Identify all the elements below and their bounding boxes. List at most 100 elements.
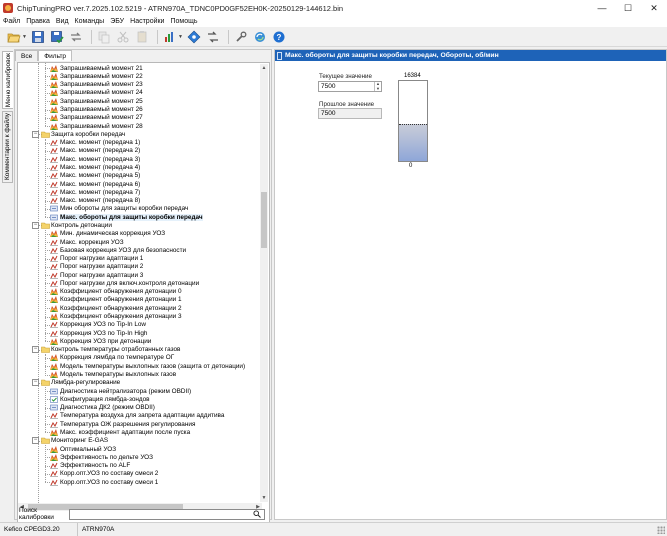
tree-item[interactable]: Запрашиваемый момент 25 bbox=[50, 97, 143, 105]
tree-item[interactable]: Порог нагрузки для включ.контроля детона… bbox=[50, 279, 199, 287]
convert-icon[interactable] bbox=[68, 29, 84, 45]
tab-calibrations-menu[interactable]: Меню калибровок bbox=[2, 51, 13, 109]
tree-item[interactable]: Коэффициент обнаружения детонации 1 bbox=[50, 296, 182, 304]
tree-item[interactable]: Запрашиваемый момент 23 bbox=[50, 81, 143, 89]
paste-icon[interactable] bbox=[134, 29, 150, 45]
search-icon[interactable] bbox=[253, 510, 261, 518]
tree-item-label: Макс. момент (передача 4) bbox=[60, 164, 141, 171]
tree-item[interactable]: Температура ОЖ разрешения регулирования bbox=[50, 420, 195, 428]
tree-item[interactable]: Эффективность по дельте УОЗ bbox=[50, 453, 153, 461]
tree-item[interactable]: Макс. момент (передача 6) bbox=[50, 180, 140, 188]
collapse-icon[interactable]: − bbox=[32, 130, 39, 138]
resize-grip[interactable] bbox=[657, 526, 665, 534]
map2d-icon bbox=[50, 321, 58, 329]
tree-item-label: Защита коробки передач bbox=[51, 130, 126, 138]
tree-group[interactable]: − Лямбда-регулирование bbox=[32, 379, 120, 387]
tree-item[interactable]: Макс. момент (передача 5) bbox=[50, 172, 140, 180]
tree-item[interactable]: Коррекция лямбда по температуре ОГ bbox=[50, 354, 174, 362]
tree-item[interactable]: Макс. коррекция УОЗ bbox=[50, 238, 124, 246]
chart-dropdown-icon[interactable]: ▼ bbox=[178, 29, 183, 45]
tree-item[interactable]: Коррекция УОЗ при детонации bbox=[50, 337, 151, 345]
tree-item[interactable]: Макс. момент (передача 4) bbox=[50, 163, 140, 171]
menu-settings[interactable]: Настройки bbox=[130, 18, 164, 25]
tree-item[interactable]: Корр.опт.УОЗ по составу смеси 2 bbox=[50, 470, 158, 478]
chart-tools-icon[interactable] bbox=[162, 29, 178, 45]
collapse-icon[interactable]: − bbox=[32, 221, 39, 229]
tree-item[interactable]: Температура воздуха для запрета адаптаци… bbox=[50, 412, 224, 420]
tree-item[interactable]: Макс. момент (передача 1) bbox=[50, 139, 140, 147]
save-icon[interactable] bbox=[30, 29, 46, 45]
tree-group[interactable]: − Контроль температуры отработанных газов bbox=[32, 346, 180, 354]
tree-item[interactable]: Запрашиваемый момент 22 bbox=[50, 72, 143, 80]
menu-help[interactable]: Помощь bbox=[170, 18, 197, 25]
menu-ecu[interactable]: ЭБУ bbox=[110, 18, 124, 25]
tree-item[interactable]: Макс. момент (передача 3) bbox=[50, 155, 140, 163]
tab-all[interactable]: Все bbox=[15, 50, 39, 61]
collapse-icon[interactable]: − bbox=[32, 346, 39, 354]
tree-item[interactable]: Модель температуры выхлопных газов (защи… bbox=[50, 362, 245, 370]
tree-item[interactable]: Оптимальный УОЗ bbox=[50, 445, 116, 453]
map2d-icon bbox=[50, 139, 58, 146]
tree-item[interactable]: Мин. динамическая коррекция УОЗ bbox=[50, 230, 165, 238]
tree-item[interactable]: Запрашиваемый момент 28 bbox=[50, 122, 143, 130]
scroll-down-icon[interactable]: ▼ bbox=[260, 494, 268, 502]
tree-item[interactable]: Эффективность по ALF bbox=[50, 461, 130, 469]
tree-item[interactable]: Порог нагрузки адаптации 3 bbox=[50, 271, 143, 279]
tree-item[interactable]: Базовая коррекция УОЗ для безопасности bbox=[50, 246, 186, 254]
menu-view[interactable]: Вид bbox=[56, 18, 69, 25]
tree-item[interactable]: Конфигурация лямбда-зондов bbox=[50, 395, 150, 403]
tree-item[interactable]: Запрашиваемый момент 27 bbox=[50, 114, 143, 122]
minimize-button[interactable]: — bbox=[589, 0, 615, 16]
tree-item[interactable]: Порог нагрузки адаптации 2 bbox=[50, 263, 143, 271]
tools-icon[interactable] bbox=[233, 29, 249, 45]
help-icon[interactable]: ? bbox=[271, 29, 287, 45]
tree-vertical-scrollbar[interactable]: ▲ ▼ bbox=[260, 64, 268, 502]
scroll-up-icon[interactable]: ▲ bbox=[260, 64, 268, 72]
tree-group[interactable]: − Контроль детонации bbox=[32, 221, 112, 229]
tree-group[interactable]: − Мониторинг E-GAS bbox=[32, 437, 108, 445]
save-check-icon[interactable] bbox=[49, 29, 65, 45]
maximize-button[interactable]: ☐ bbox=[615, 0, 641, 16]
cut-icon[interactable] bbox=[115, 29, 131, 45]
open-dropdown-icon[interactable]: ▼ bbox=[22, 29, 27, 45]
collapse-icon[interactable]: − bbox=[32, 379, 39, 387]
tree-item[interactable]: Макс. коэффициент адаптации после пуска bbox=[50, 428, 190, 436]
tree-item[interactable]: Макс. момент (передача 8) bbox=[50, 196, 140, 204]
menu-edit[interactable]: Правка bbox=[26, 18, 50, 25]
tab-file-comments[interactable]: Комментарии к файлу bbox=[2, 111, 13, 183]
search-input[interactable] bbox=[69, 508, 265, 520]
menu-commands[interactable]: Команды bbox=[75, 18, 105, 25]
tree-group[interactable]: − Защита коробки передач bbox=[32, 130, 125, 138]
arrows-icon[interactable] bbox=[205, 29, 221, 45]
tree-item[interactable]: Коррекция УОЗ по Tip-In High bbox=[50, 329, 147, 337]
tree-item[interactable]: Запрашиваемый момент 24 bbox=[50, 89, 143, 97]
tree-item[interactable]: Диагностика нейтрализатора (режим OBDII) bbox=[50, 387, 191, 395]
tree-item[interactable]: Коэффициент обнаружения детонации 0 bbox=[50, 288, 182, 296]
tree-item[interactable]: Диагностика ДК2 (режим OBDII) bbox=[50, 403, 155, 411]
tree-item[interactable]: Макс. момент (передача 7) bbox=[50, 188, 140, 196]
tree-item[interactable]: Коррекция УОЗ по Tip-In Low bbox=[50, 321, 146, 329]
collapse-icon[interactable]: − bbox=[32, 437, 39, 445]
tree-item[interactable]: Мин обороты для защиты коробки передач bbox=[50, 205, 188, 213]
current-value-field[interactable]: 7500 ▲ ▼ bbox=[318, 81, 382, 92]
sync-icon[interactable] bbox=[252, 29, 268, 45]
open-folder-icon[interactable] bbox=[6, 29, 22, 45]
tree-item-label: Модель температуры выхлопных газов (защи… bbox=[60, 362, 246, 370]
value-spinner[interactable]: ▲ ▼ bbox=[374, 81, 381, 91]
tree-item[interactable]: Запрашиваемый момент 21 bbox=[50, 64, 143, 72]
tree-item[interactable]: Коэффициент обнаружения детонации 2 bbox=[50, 304, 182, 312]
tree-item[interactable]: Коэффициент обнаружения детонации 3 bbox=[50, 312, 182, 321]
scroll-thumb[interactable] bbox=[261, 192, 267, 248]
copy-icon[interactable] bbox=[96, 29, 112, 45]
tree-item[interactable]: Модель температуры выхлопных газов bbox=[50, 370, 176, 378]
navigate-icon[interactable] bbox=[186, 29, 202, 45]
tree-item[interactable]: Макс. момент (передача 2) bbox=[50, 147, 140, 155]
tab-filter[interactable]: Фильтр bbox=[38, 50, 73, 61]
tree-item[interactable]: Запрашиваемый момент 26 bbox=[50, 105, 143, 114]
tree-item[interactable]: Корр.опт.УОЗ по составу смеси 1 bbox=[50, 478, 158, 486]
tree-item-label: Коррекция УОЗ по Tip-In High bbox=[60, 329, 148, 337]
close-button[interactable]: ✕ bbox=[641, 0, 667, 16]
tree-item[interactable]: Макс. обороты для защиты коробки передач bbox=[50, 213, 203, 221]
menu-file[interactable]: Файл bbox=[3, 18, 20, 25]
tree-item[interactable]: Порог нагрузки адаптации 1 bbox=[50, 254, 143, 262]
